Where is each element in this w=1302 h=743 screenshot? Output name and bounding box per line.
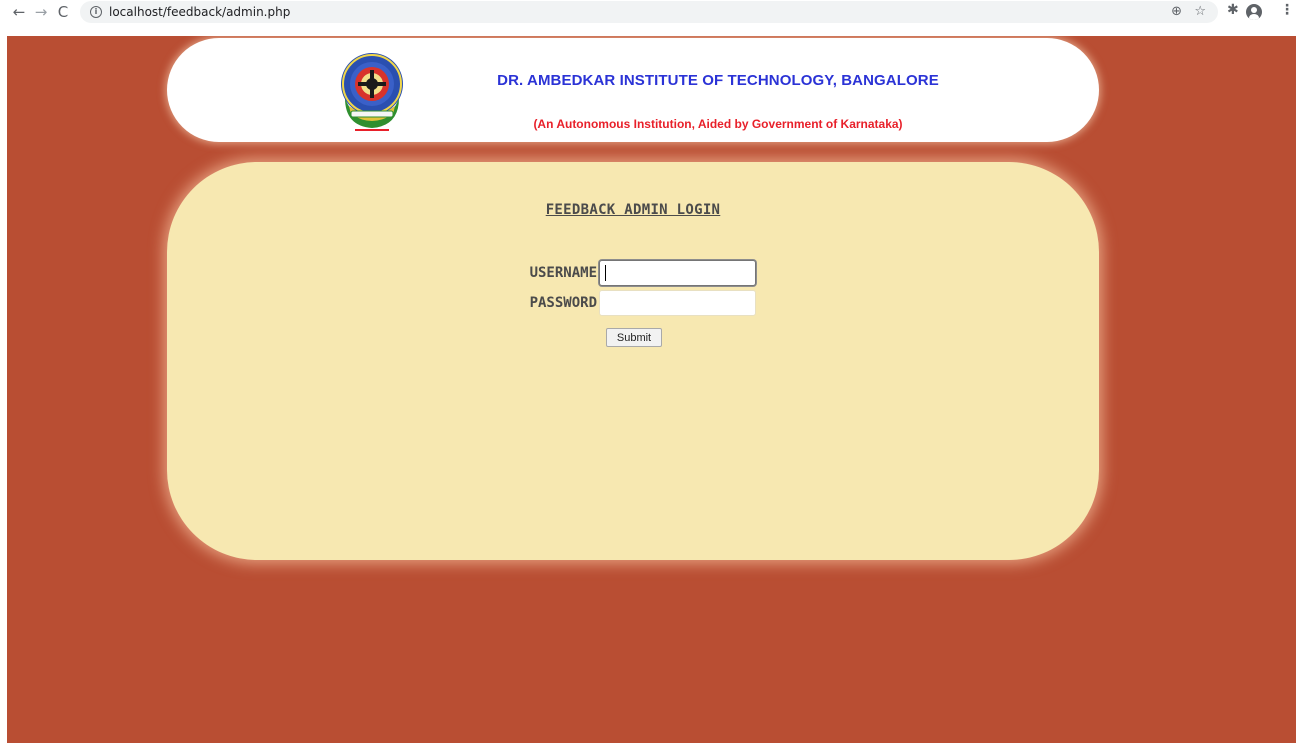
password-label: PASSWORD <box>529 295 597 311</box>
reload-icon[interactable]: C <box>52 1 74 23</box>
institution-subtitle: (An Autonomous Institution, Aided by Gov… <box>533 117 903 131</box>
zoom-icon[interactable]: ⊕ <box>1171 4 1182 19</box>
login-panel: FEEDBACK ADMIN LOGIN USERNAME PASSWORD S… <box>167 162 1099 560</box>
submit-button[interactable]: Submit <box>606 328 662 347</box>
institution-header: DR. AMBEDKAR INSTITUTE OF TECHNOLOGY, BA… <box>167 38 1099 142</box>
address-bar[interactable]: i localhost/feedback/admin.php ⊕ ☆ <box>80 1 1218 23</box>
username-row: USERNAME <box>167 260 1099 286</box>
extensions-icon[interactable]: ✱ <box>1227 2 1239 18</box>
username-input[interactable] <box>599 260 756 286</box>
login-title: FEEDBACK ADMIN LOGIN <box>545 202 721 218</box>
browser-menu-icon[interactable]: ⋮ <box>1280 2 1294 18</box>
profile-avatar-icon[interactable] <box>1246 4 1262 20</box>
site-info-icon[interactable]: i <box>90 6 102 18</box>
page-viewport: DR. AMBEDKAR INSTITUTE OF TECHNOLOGY, BA… <box>7 36 1296 743</box>
password-row: PASSWORD <box>167 290 1099 316</box>
forward-arrow-icon[interactable]: → <box>30 1 52 23</box>
url-text[interactable]: localhost/feedback/admin.php <box>109 5 290 19</box>
username-label: USERNAME <box>529 265 597 281</box>
back-arrow-icon[interactable]: ← <box>8 1 30 23</box>
text-caret <box>605 265 606 281</box>
password-input[interactable] <box>599 290 756 316</box>
browser-toolbar: ← → C i localhost/feedback/admin.php ⊕ ☆… <box>0 0 1302 24</box>
institution-name: DR. AMBEDKAR INSTITUTE OF TECHNOLOGY, BA… <box>497 72 939 89</box>
bookmark-star-icon[interactable]: ☆ <box>1194 4 1206 19</box>
